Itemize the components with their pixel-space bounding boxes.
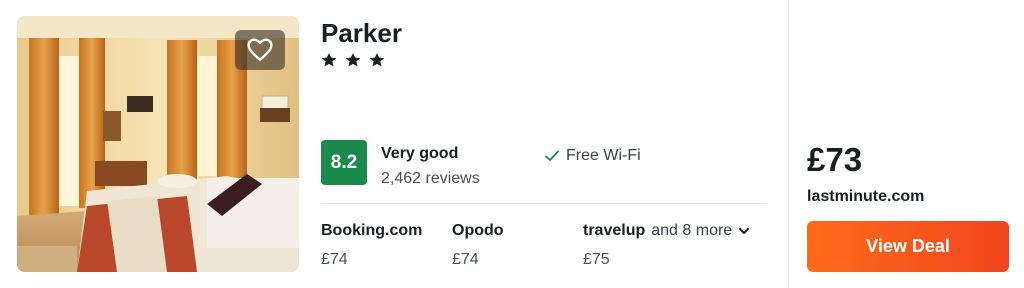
provider-price: £75 [583, 251, 610, 268]
provider-name: Opodo [452, 222, 504, 239]
provider-booking[interactable]: Booking.com £74 [321, 222, 422, 269]
amenity-wifi: Free Wi-Fi [544, 147, 641, 165]
favorite-button[interactable] [235, 30, 285, 70]
heart-icon [247, 38, 273, 61]
view-deal-button[interactable]: View Deal [807, 221, 1009, 272]
more-providers-link[interactable]: and 8 more [651, 222, 732, 239]
column-divider [788, 0, 789, 288]
star-icon [345, 53, 361, 67]
amenity-label: Free Wi-Fi [566, 147, 641, 164]
check-icon [545, 150, 559, 161]
provider-name: Booking.com [321, 222, 423, 239]
rating-score-badge: 8.2 [321, 140, 367, 185]
review-count[interactable]: 2,462 reviews [381, 170, 480, 188]
rating-label: Very good [381, 145, 459, 162]
provider-price: £74 [321, 251, 348, 268]
provider-price: £74 [452, 251, 479, 268]
star-rating [321, 52, 385, 68]
divider [321, 203, 767, 204]
provider-opodo[interactable]: Opodo £74 [452, 222, 504, 269]
deal-price: £73 [807, 141, 863, 178]
provider-name: travelup [583, 222, 646, 239]
star-icon [369, 53, 385, 67]
deal-provider: lastminute.com [807, 188, 925, 205]
hotel-name[interactable]: Parker [321, 18, 402, 49]
chevron-down-icon[interactable] [738, 226, 750, 236]
provider-travelup[interactable]: travelup and 8 more £75 [583, 222, 750, 269]
hotel-result-card: Parker 8.2 Very good 2,462 reviews Free … [0, 0, 1024, 288]
star-icon [321, 53, 337, 67]
provider-name-row: travelup and 8 more [583, 222, 750, 240]
